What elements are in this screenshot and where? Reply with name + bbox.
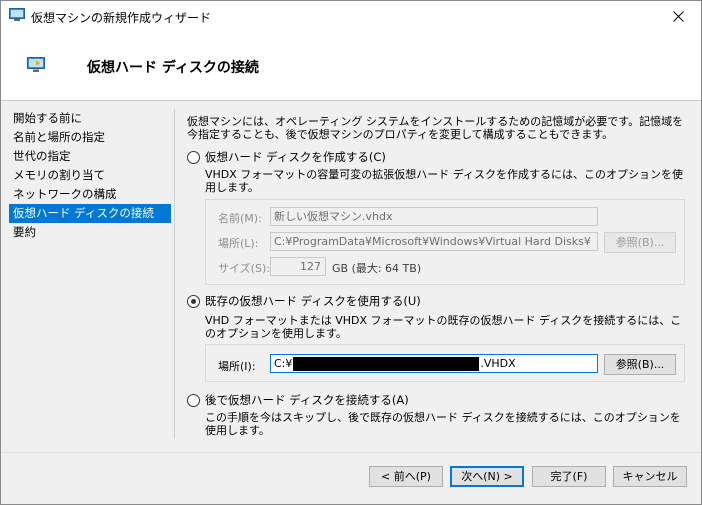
radio-button[interactable] (187, 150, 200, 164)
step-before-you-begin[interactable]: 開始する前に (9, 109, 171, 128)
name-input[interactable]: 新しい仮想マシン.vhdx (270, 207, 598, 226)
create-desc: VHDX フォーマットの容量可変の拡張仮想ハード ディスクを作成するには、このオ… (205, 168, 684, 194)
size-label: サイズ(S): (218, 262, 270, 275)
virtual-machine-icon (9, 8, 25, 21)
page-title: 仮想ハード ディスクの接続 (87, 60, 259, 76)
location-input[interactable]: C:¥ProgramData¥Microsoft¥Windows¥Virtual… (270, 232, 598, 251)
existing-options-group: 場所(I): C:¥ .VHDX 参照(B)... (205, 344, 685, 382)
existing-desc: VHD フォーマットまたは VHDX フォーマットの既存の仮想ハード ディスクを… (205, 314, 682, 340)
location-label: 場所(L): (218, 237, 259, 250)
wizard-header: 仮想ハード ディスクの接続 (1, 31, 701, 101)
step-memory[interactable]: メモリの割り当て (9, 166, 171, 185)
radio-attach-later[interactable]: 後で仮想ハード ディスクを接続する(A) (187, 392, 409, 408)
browse-button-disabled[interactable]: 参照(B)... (604, 232, 676, 253)
sidebar-divider (174, 109, 175, 439)
radio-button[interactable] (187, 294, 200, 308)
create-options-group: 名前(M): 新しい仮想マシン.vhdx 場所(L): C:¥ProgramDa… (205, 199, 685, 285)
cancel-button[interactable]: キャンセル (613, 466, 687, 487)
intro-text: 仮想マシンには、オペレーティング システムをインストールするための記憶域が必要で… (187, 115, 684, 141)
step-name-location[interactable]: 名前と場所の指定 (9, 128, 171, 147)
existing-location-label: 場所(I): (218, 360, 256, 373)
name-label: 名前(M): (218, 212, 262, 225)
path-suffix: .VHDX (480, 357, 516, 370)
title-bar: 仮想マシンの新規作成ウィザード (1, 1, 701, 31)
back-button[interactable]: < 前へ(P) (369, 466, 443, 487)
step-network[interactable]: ネットワークの構成 (9, 185, 171, 204)
finish-button[interactable]: 完了(F) (532, 466, 606, 487)
radio-existing-label: 既存の仮想ハード ディスクを使用する(U) (205, 294, 421, 308)
existing-location-input[interactable]: C:¥ .VHDX (270, 354, 598, 373)
radio-create-label: 仮想ハード ディスクを作成する(C) (205, 150, 386, 164)
step-connect-vhd[interactable]: 仮想ハード ディスクの接続 (9, 204, 171, 223)
later-desc: この手順を今はスキップし、後で既存の仮想ハード ディスクを接続するには、このオプ… (205, 411, 681, 437)
window-title: 仮想マシンの新規作成ウィザード (31, 11, 212, 25)
radio-later-label: 後で仮想ハード ディスクを接続する(A) (205, 393, 409, 407)
wizard-window: 仮想マシンの新規作成ウィザード 仮想ハード ディスクの接続 開始する前に 名前と… (0, 0, 702, 505)
radio-create-vhd[interactable]: 仮想ハード ディスクを作成する(C) (187, 149, 386, 165)
step-summary[interactable]: 要約 (9, 223, 171, 242)
radio-existing-vhd[interactable]: 既存の仮想ハード ディスクを使用する(U) (187, 293, 421, 309)
close-button[interactable] (655, 1, 701, 31)
browse-button[interactable]: 参照(B)... (604, 354, 676, 375)
close-icon (672, 10, 684, 22)
next-button[interactable]: 次へ(N) > (450, 466, 524, 487)
wizard-steps: 開始する前に 名前と場所の指定 世代の指定 メモリの割り当て ネットワークの構成… (9, 109, 171, 242)
virtual-machine-icon (27, 57, 45, 72)
radio-button[interactable] (187, 393, 200, 407)
redacted-path (293, 357, 480, 371)
size-input[interactable]: 127 (270, 257, 326, 276)
footer-divider (1, 452, 701, 453)
step-generation[interactable]: 世代の指定 (9, 147, 171, 166)
size-unit: GB (最大: 64 TB) (332, 262, 422, 275)
path-prefix: C:¥ (274, 357, 293, 370)
